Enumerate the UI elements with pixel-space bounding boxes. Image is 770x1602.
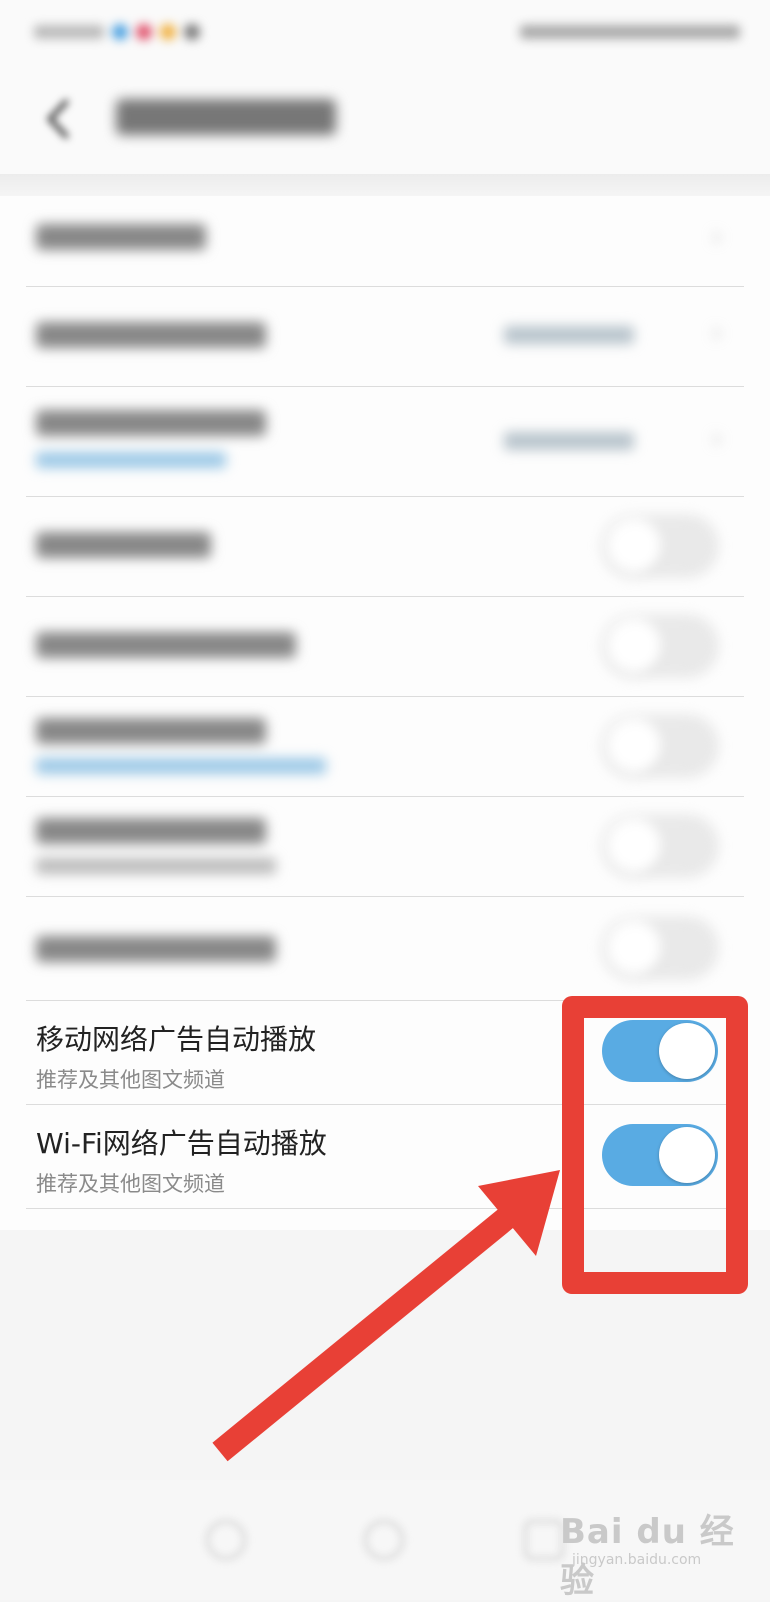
- row-title-placeholder: [36, 718, 266, 744]
- row-title-placeholder: [36, 936, 276, 962]
- row-title-placeholder: [36, 224, 206, 250]
- wifi-ad-autoplay-title: Wi-Fi网络广告自动播放: [36, 1127, 327, 1160]
- status-left: [34, 18, 200, 46]
- row-value-placeholder: [504, 432, 634, 450]
- toggle-switch[interactable]: [602, 815, 718, 877]
- annotation-highlight-box: [562, 996, 748, 1294]
- notification-dot-icon: [184, 24, 200, 40]
- mobile-ad-autoplay-title: 移动网络广告自动播放: [36, 1023, 317, 1056]
- status-right: [520, 18, 740, 46]
- settings-row[interactable]: [26, 696, 744, 797]
- title-placeholder: [116, 99, 336, 135]
- chevron-right-icon: ›: [711, 318, 722, 348]
- row-subtitle-placeholder: [36, 452, 226, 468]
- chevron-right-icon: ›: [711, 222, 722, 252]
- row-title-placeholder: [36, 322, 266, 348]
- row-title-placeholder: [36, 632, 296, 658]
- toggle-knob: [606, 518, 662, 574]
- settings-page: › › › 移动网络广告自动播放 推荐及其他图文频道 Wi-Fi网络广告自动播放…: [0, 0, 770, 1601]
- notification-dot-icon: [160, 24, 176, 40]
- settings-row[interactable]: ›: [26, 386, 744, 497]
- app-header: [0, 64, 770, 174]
- nav-home-icon[interactable]: [364, 1520, 404, 1560]
- row-title-placeholder: [36, 532, 211, 558]
- settings-row[interactable]: [26, 596, 744, 697]
- row-value-placeholder: [504, 326, 634, 344]
- row-title-placeholder: [36, 818, 266, 844]
- row-subtitle-placeholder: [36, 758, 326, 774]
- notification-dot-icon: [112, 24, 128, 40]
- row-title-placeholder: [36, 410, 266, 436]
- settings-row[interactable]: ›: [26, 196, 744, 287]
- chevron-right-icon: ›: [711, 424, 722, 454]
- back-arrow-icon[interactable]: [38, 94, 78, 144]
- toggle-knob: [606, 618, 662, 674]
- settings-row[interactable]: [26, 896, 744, 1001]
- settings-row[interactable]: [26, 496, 744, 597]
- page-title: [116, 92, 336, 138]
- mobile-ad-autoplay-subtitle: 推荐及其他图文频道: [36, 1068, 225, 1092]
- toggle-knob: [606, 718, 662, 774]
- settings-row[interactable]: [26, 796, 744, 897]
- toggle-knob: [606, 818, 662, 874]
- row-subtitle-placeholder: [36, 858, 276, 874]
- status-bar: [0, 0, 770, 64]
- toggle-knob: [606, 920, 662, 976]
- settings-row[interactable]: ›: [26, 286, 744, 387]
- carrier-placeholder: [34, 25, 104, 39]
- baidu-jingyan-watermark: Bai du 经验 jingyan.baidu.com: [550, 1500, 740, 1601]
- header-shadow: [0, 174, 770, 196]
- notification-dot-icon: [136, 24, 152, 40]
- nav-back-icon[interactable]: [206, 1520, 246, 1560]
- status-icons-placeholder: [520, 25, 740, 39]
- wifi-ad-autoplay-subtitle: 推荐及其他图文频道: [36, 1172, 225, 1196]
- watermark-sub: jingyan.baidu.com: [572, 1552, 702, 1568]
- toggle-switch[interactable]: [602, 615, 718, 677]
- toggle-switch[interactable]: [602, 917, 718, 979]
- toggle-switch[interactable]: [602, 715, 718, 777]
- toggle-switch[interactable]: [602, 515, 718, 577]
